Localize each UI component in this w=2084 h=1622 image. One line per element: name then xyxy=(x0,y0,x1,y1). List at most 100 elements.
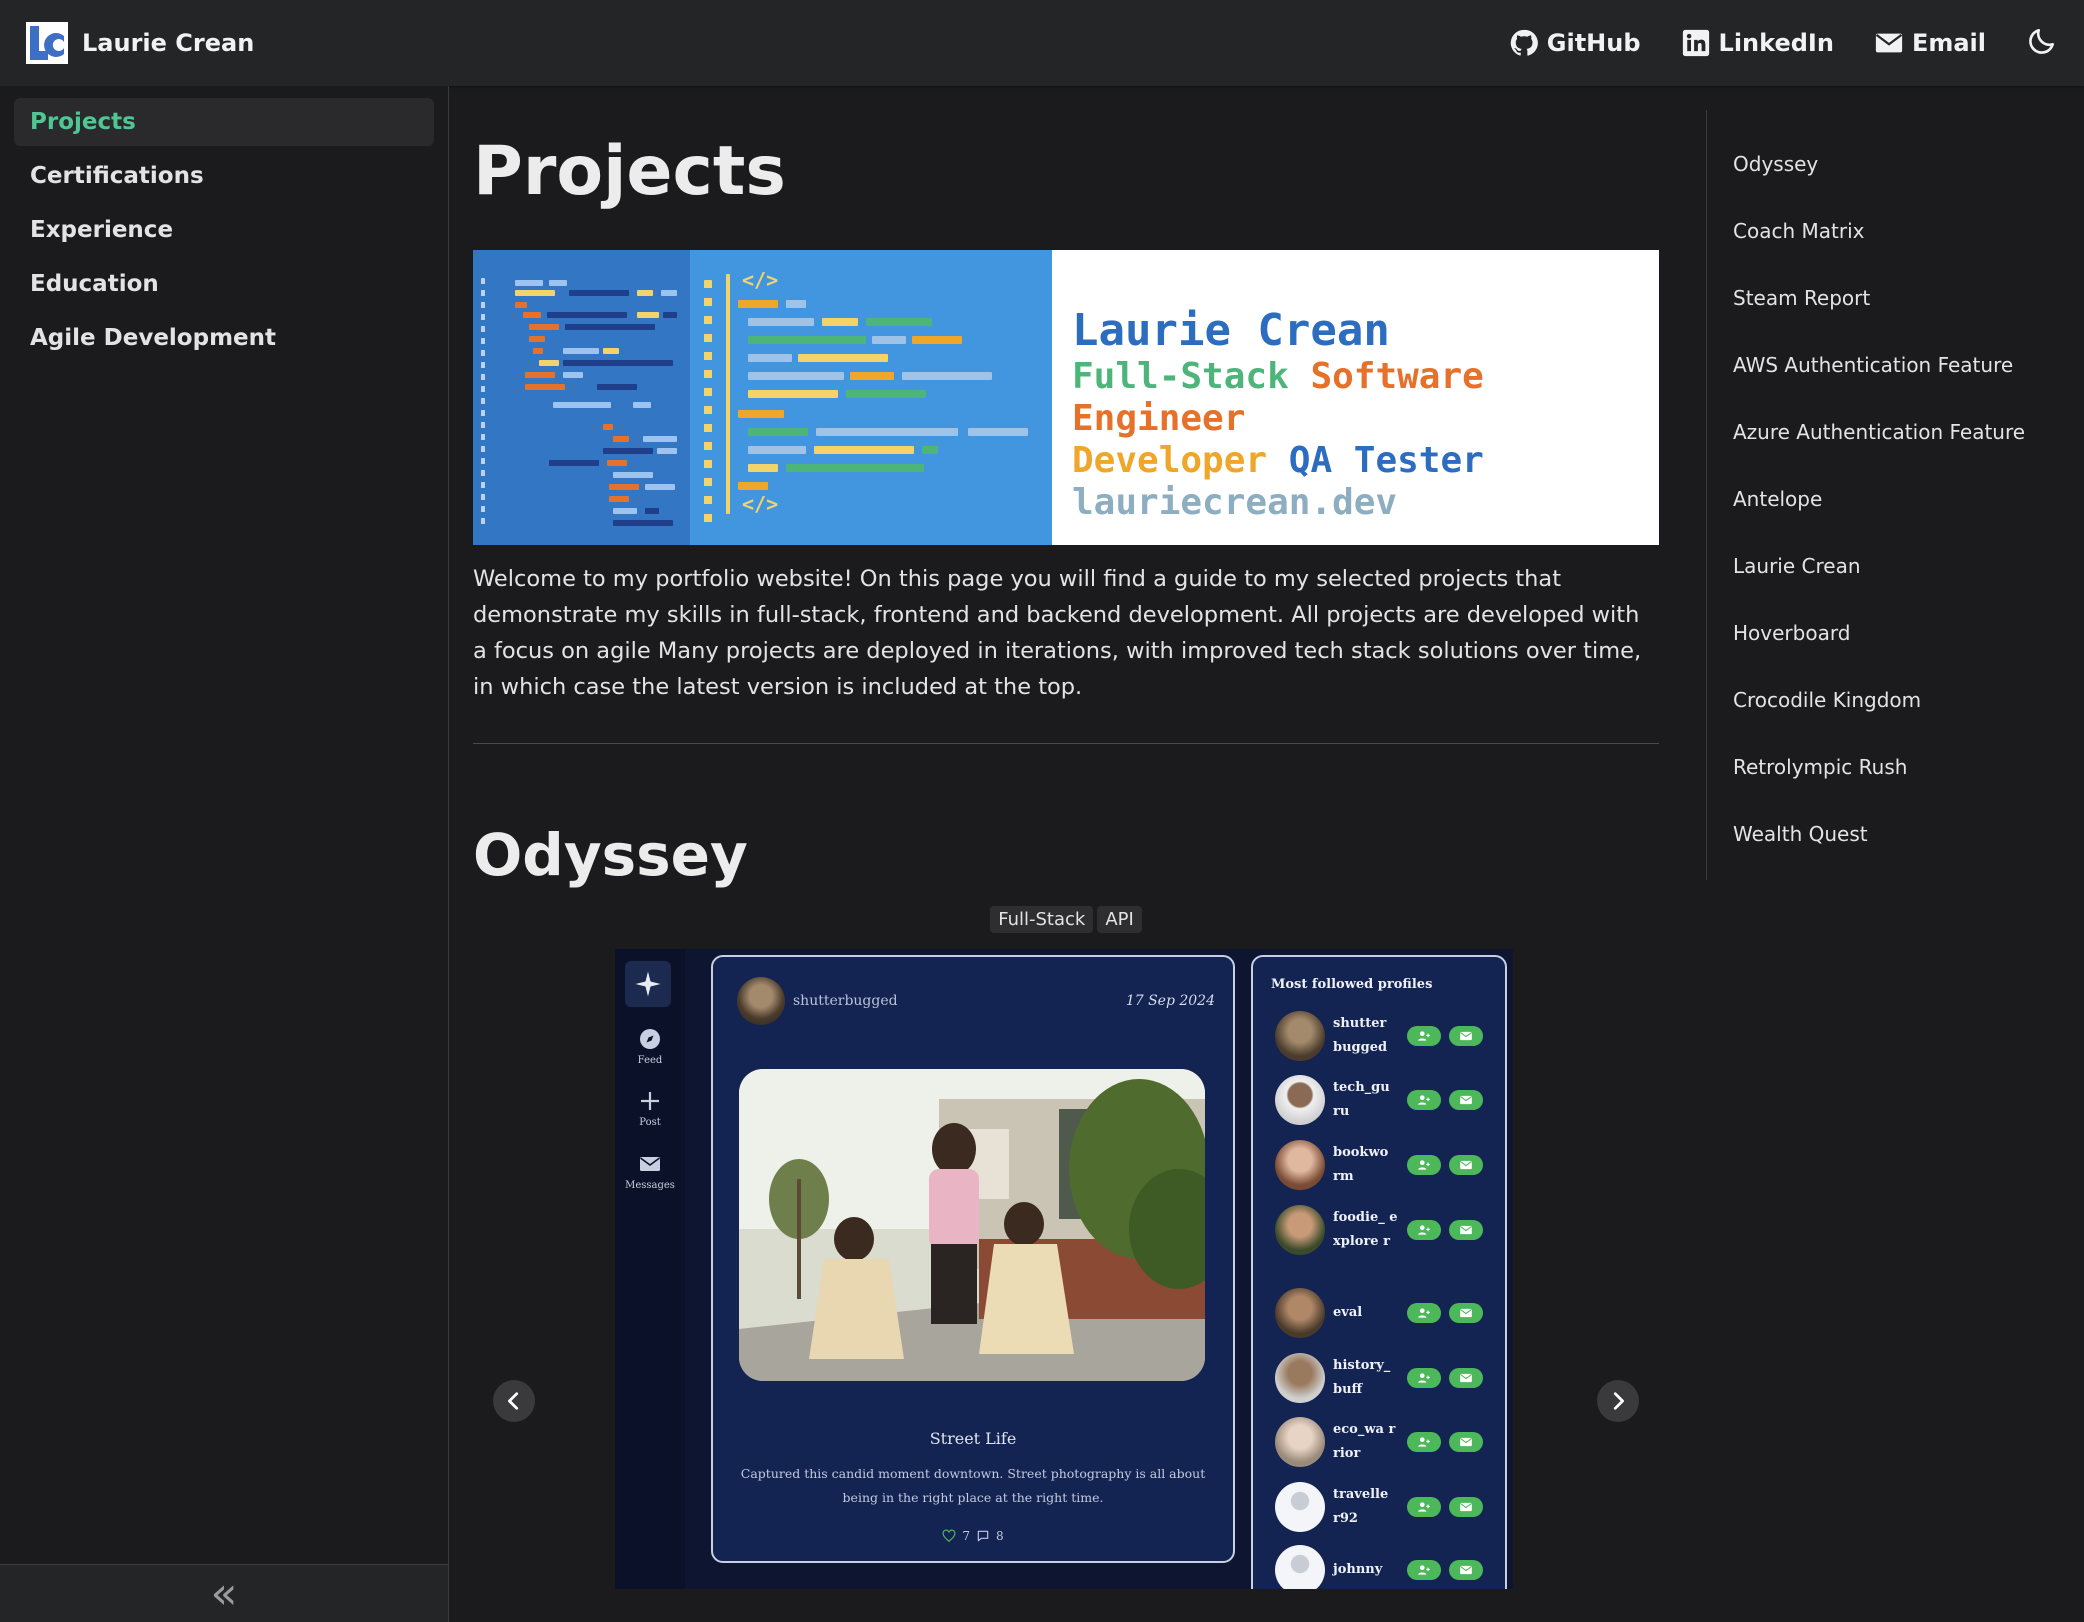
toc-link[interactable]: Wealth Quest xyxy=(1733,800,2046,867)
chevron-right-icon xyxy=(1613,1392,1624,1410)
profile-name[interactable]: travelle r92 xyxy=(1333,1483,1399,1531)
rail-item-feed[interactable]: Feed xyxy=(615,1027,685,1066)
message-button[interactable] xyxy=(1449,1368,1483,1388)
profile-name[interactable]: tech_gu ru xyxy=(1333,1076,1399,1124)
message-button[interactable] xyxy=(1449,1560,1483,1580)
rail-item-post[interactable]: Post xyxy=(615,1089,685,1128)
post-author: shutterbugged xyxy=(793,993,898,1009)
message-button[interactable] xyxy=(1449,1497,1483,1517)
profile-row: foodie_ explore r xyxy=(1275,1205,1491,1255)
carousel-prev-button[interactable] xyxy=(493,1380,535,1422)
follow-button[interactable] xyxy=(1407,1497,1441,1517)
profile-avatar[interactable] xyxy=(1275,1205,1325,1255)
app-side-rail: Feed Post Messages xyxy=(615,949,685,1589)
toc-link[interactable]: AWS Authentication Feature xyxy=(1733,331,2046,398)
profile-name[interactable]: johnny xyxy=(1333,1558,1399,1582)
project-tags: Full-Stack API xyxy=(473,906,1659,933)
section-divider xyxy=(473,743,1659,744)
email-label: Email xyxy=(1911,29,1986,57)
message-button[interactable] xyxy=(1449,1220,1483,1240)
table-of-contents: Odyssey Coach Matrix Steam Report AWS Authe… xyxy=(1706,110,2046,880)
rail-item-messages[interactable]: Messages xyxy=(615,1152,685,1191)
brand-logo-icon xyxy=(26,22,68,64)
toc-link[interactable]: Crocodile Kingdom xyxy=(1733,666,2046,733)
profile-row: shutter bugged xyxy=(1275,1011,1491,1061)
profile-avatar[interactable] xyxy=(1275,1353,1325,1403)
profile-avatar[interactable] xyxy=(1275,1545,1325,1589)
follow-button[interactable] xyxy=(1407,1026,1441,1046)
profile-row: eval xyxy=(1275,1288,1491,1338)
profile-avatar[interactable] xyxy=(1275,1482,1325,1532)
carousel-slide-screenshot[interactable]: Feed Post Messages shutterbugged 17 Sep … xyxy=(615,949,1513,1589)
brand-title: Laurie Crean xyxy=(82,29,255,57)
theme-toggle-button[interactable] xyxy=(2026,25,2058,61)
profile-name[interactable]: bookwo rm xyxy=(1333,1141,1399,1189)
profile-name[interactable]: eco_wa rrior xyxy=(1333,1418,1399,1466)
profile-avatar[interactable] xyxy=(1275,1011,1325,1061)
profile-avatar[interactable] xyxy=(1275,1417,1325,1467)
banner-role-fullstack: Full-Stack xyxy=(1072,356,1289,397)
banner-domain: lauriecrean.dev xyxy=(1072,482,1398,523)
banner-role-developer: Developer xyxy=(1072,440,1268,481)
comment-icon[interactable] xyxy=(976,1529,990,1543)
main-content: Projects </> </> Laurie Crean Full-Stack… xyxy=(473,86,1659,1589)
toc-link[interactable]: Steam Report xyxy=(1733,264,2046,331)
banner-code-panel-left xyxy=(473,250,690,545)
github-link[interactable]: GitHub xyxy=(1509,28,1641,58)
follow-button[interactable] xyxy=(1407,1220,1441,1240)
message-button[interactable] xyxy=(1449,1432,1483,1452)
follow-button[interactable] xyxy=(1407,1368,1441,1388)
sidebar-menu: Projects Certifications Experience Educa… xyxy=(0,86,448,380)
profile-avatar[interactable] xyxy=(1275,1075,1325,1125)
message-button[interactable] xyxy=(1449,1303,1483,1323)
follow-button[interactable] xyxy=(1407,1090,1441,1110)
message-button[interactable] xyxy=(1449,1090,1483,1110)
toc-link[interactable]: Odyssey xyxy=(1733,130,2046,197)
sidebar-item-education[interactable]: Education xyxy=(14,260,434,308)
profile-row: tech_gu ru xyxy=(1275,1075,1491,1125)
carousel-next-button[interactable] xyxy=(1597,1380,1639,1422)
profile-name[interactable]: eval xyxy=(1333,1301,1399,1325)
profile-name[interactable]: history_ buff xyxy=(1333,1354,1399,1402)
profile-name[interactable]: foodie_ explore r xyxy=(1333,1206,1399,1254)
toc-link[interactable]: Azure Authentication Feature xyxy=(1733,398,2046,465)
heart-icon[interactable] xyxy=(942,1529,956,1543)
profile-avatar[interactable] xyxy=(1275,1288,1325,1338)
follow-button[interactable] xyxy=(1407,1303,1441,1323)
linkedin-label: LinkedIn xyxy=(1718,29,1834,57)
post-text: Captured this candid moment downtown. St… xyxy=(740,1466,1206,1505)
message-button[interactable] xyxy=(1449,1155,1483,1175)
envelope-icon xyxy=(1460,1308,1472,1318)
profile-avatar[interactable] xyxy=(1275,1140,1325,1190)
user-plus-icon xyxy=(1418,1373,1430,1383)
envelope-icon xyxy=(1460,1031,1472,1041)
sidebar-item-agile-development[interactable]: Agile Development xyxy=(14,314,434,362)
message-button[interactable] xyxy=(1449,1026,1483,1046)
sidebar-item-projects[interactable]: Projects xyxy=(14,98,434,146)
profile-name[interactable]: shutter bugged xyxy=(1333,1012,1399,1060)
email-link[interactable]: Email xyxy=(1874,28,1986,58)
sidebar-item-certifications[interactable]: Certifications xyxy=(14,152,434,200)
profile-row: bookwo rm xyxy=(1275,1140,1491,1190)
post-photo xyxy=(739,1069,1205,1381)
follow-button[interactable] xyxy=(1407,1155,1441,1175)
sidebar-item-experience[interactable]: Experience xyxy=(14,206,434,254)
follow-button[interactable] xyxy=(1407,1432,1441,1452)
portfolio-banner-image: </> </> Laurie Crean Full-Stack Software… xyxy=(473,250,1659,545)
envelope-icon xyxy=(1460,1437,1472,1447)
collapse-sidebar-button[interactable]: « xyxy=(0,1564,448,1622)
toc-link[interactable]: Laurie Crean xyxy=(1733,532,2046,599)
toc-link[interactable]: Antelope xyxy=(1733,465,2046,532)
toc-link[interactable]: Coach Matrix xyxy=(1733,197,2046,264)
post-header: shutterbugged 17 Sep 2024 xyxy=(737,977,1215,1025)
follow-button[interactable] xyxy=(1407,1560,1441,1580)
tag-full-stack: Full-Stack xyxy=(990,906,1094,933)
envelope-icon xyxy=(1460,1502,1472,1512)
banner-code-panel-right: </> </> xyxy=(690,250,1052,545)
brand-link[interactable]: Laurie Crean xyxy=(26,22,254,64)
toc-link[interactable]: Retrolympic Rush xyxy=(1733,733,2046,800)
linkedin-link[interactable]: LinkedIn xyxy=(1681,28,1834,58)
compass-icon xyxy=(640,1029,660,1049)
toc-link[interactable]: Hoverboard xyxy=(1733,599,2046,666)
post-card[interactable]: shutterbugged 17 Sep 2024 Street Life Ca… xyxy=(711,955,1235,1563)
